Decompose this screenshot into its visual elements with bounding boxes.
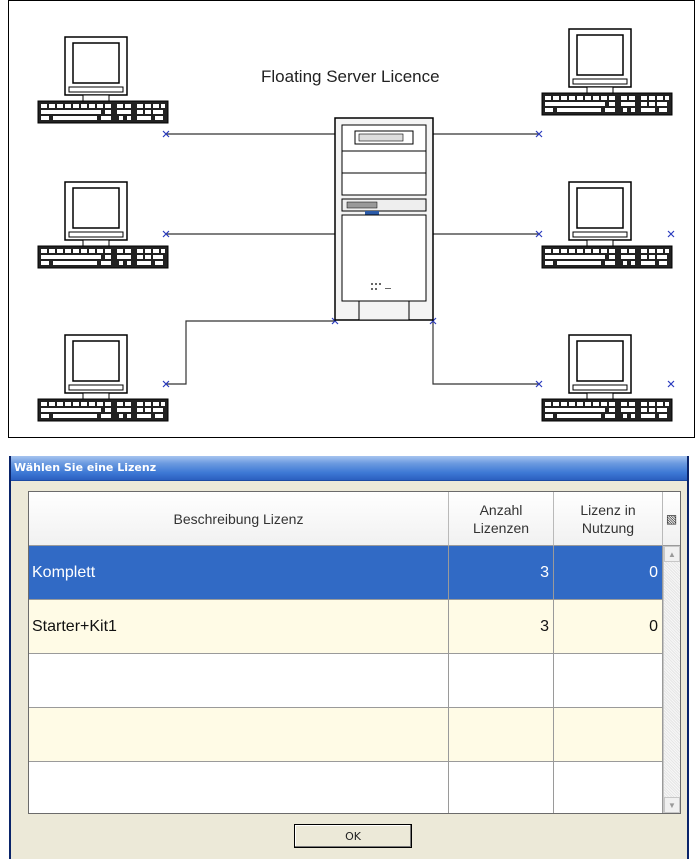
column-header-description[interactable]: Beschreibung Lizenz [29, 492, 449, 546]
workstation-left-bottom-icon [37, 334, 169, 422]
table-row-empty[interactable] [29, 708, 663, 762]
cell-count [449, 654, 554, 707]
cell-description [29, 762, 449, 813]
cell-description: Starter+Kit1 [29, 600, 449, 653]
network-diagram: Floating Server Licence [8, 0, 695, 438]
cell-in-use: 0 [554, 546, 663, 599]
scroll-down-icon[interactable]: ▼ [664, 797, 680, 813]
table-row-empty[interactable] [29, 762, 663, 813]
license-table[interactable]: Beschreibung Lizenz Anzahl Lizenzen Lize… [28, 491, 681, 814]
ok-button[interactable]: OK [294, 824, 412, 848]
workstation-left-middle-icon [37, 181, 169, 269]
column-header-in-use[interactable]: Lizenz in Nutzung [554, 492, 663, 546]
cell-count [449, 762, 554, 813]
column-header-count[interactable]: Anzahl Lizenzen [449, 492, 554, 546]
vertical-scrollbar[interactable]: ▲ ▼ [663, 546, 680, 813]
diagram-title: Floating Server Licence [261, 67, 440, 86]
column-chooser-icon[interactable]: ▧ [663, 492, 680, 546]
cell-description [29, 708, 449, 761]
license-dialog: Wählen Sie eine Lizenz Beschreibung Lize… [9, 456, 689, 859]
workstation-right-bottom-icon [541, 334, 673, 422]
workstation-right-middle-icon [541, 181, 673, 269]
cell-in-use [554, 762, 663, 813]
cell-in-use [554, 654, 663, 707]
cell-count [449, 708, 554, 761]
cell-count: 3 [449, 600, 554, 653]
scroll-up-icon[interactable]: ▲ [664, 546, 680, 562]
dialog-titlebar[interactable]: Wählen Sie eine Lizenz [11, 456, 687, 481]
cell-description [29, 654, 449, 707]
table-row-starter-kit1[interactable]: Starter+Kit1 3 0 [29, 600, 663, 654]
cell-description: Komplett [29, 546, 449, 599]
table-row-empty[interactable] [29, 654, 663, 708]
cell-in-use [554, 708, 663, 761]
dialog-title: Wählen Sie eine Lizenz [14, 461, 157, 474]
cell-in-use: 0 [554, 600, 663, 653]
server-tower-icon [334, 117, 434, 321]
table-row-komplett[interactable]: Komplett 3 0 [29, 546, 663, 600]
workstation-left-top-icon [37, 36, 169, 124]
cell-count: 3 [449, 546, 554, 599]
workstation-right-top-icon [541, 28, 673, 116]
